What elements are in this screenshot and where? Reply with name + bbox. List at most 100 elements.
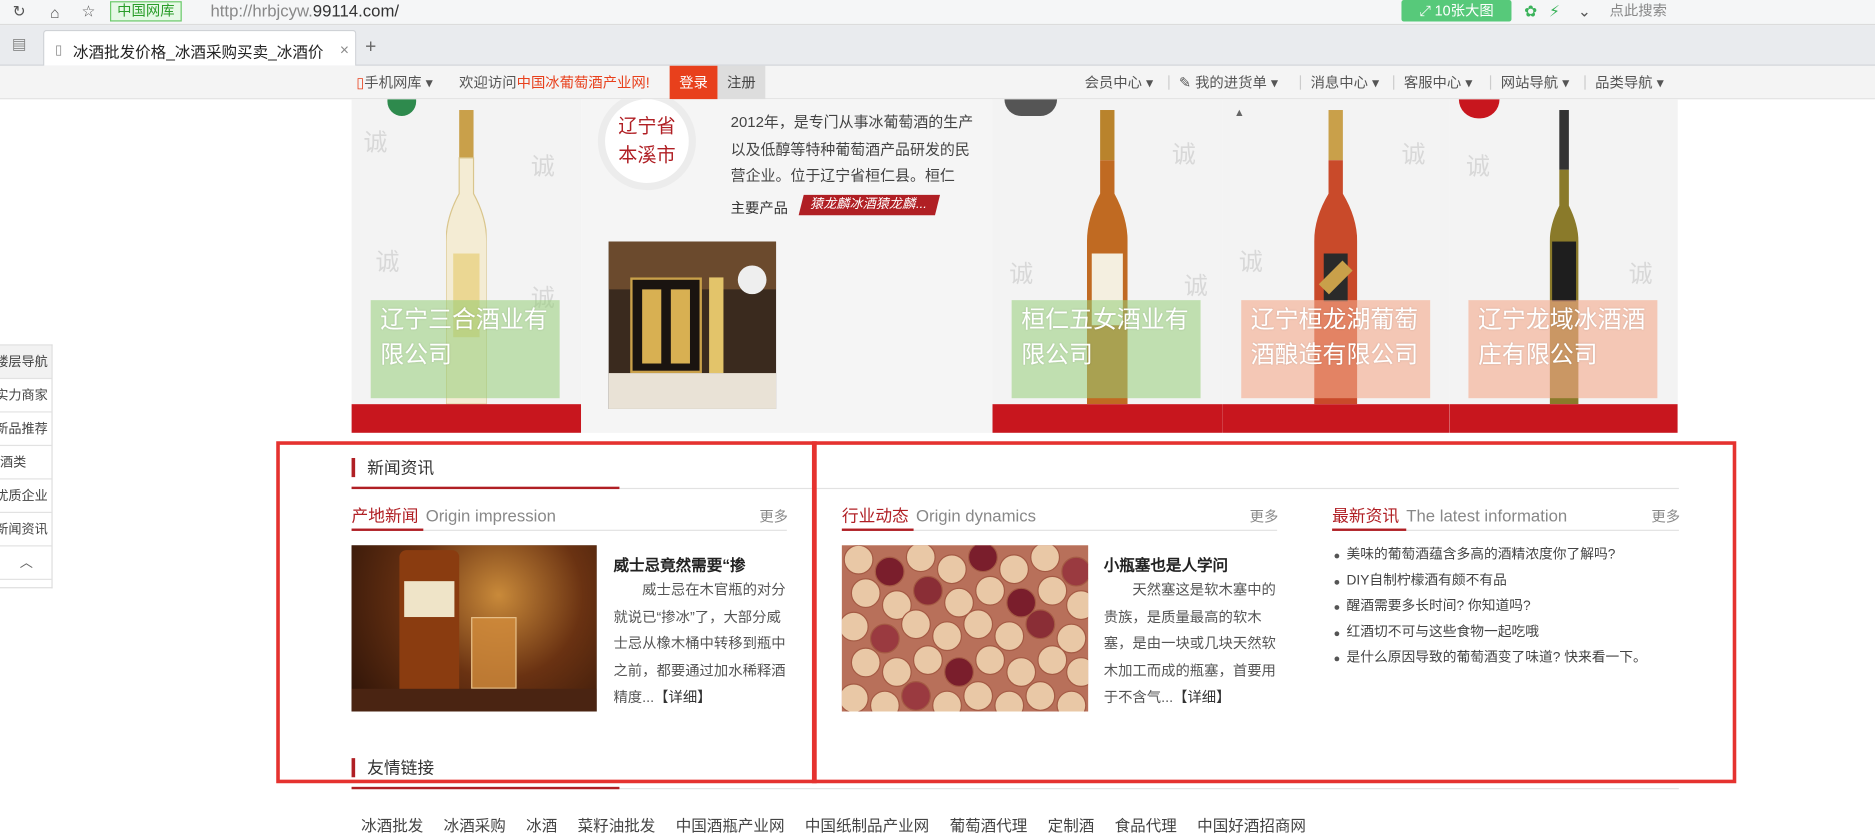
search-hint[interactable]: 点此搜索 [1610,1,1667,20]
floor-nav-item[interactable]: 新闻资讯 [0,513,52,547]
friend-link[interactable]: 菜籽油批发 [578,817,656,834]
ribbon [351,404,582,433]
province: 辽宁省 [618,117,676,138]
menu-label: 消息中心 [1310,74,1369,91]
menu-label: 客服中心 [1403,74,1462,91]
friend-link[interactable]: 定制酒 [1048,817,1095,834]
divider [1393,75,1395,90]
industry-more-link[interactable]: 更多 [1250,506,1279,526]
company-panel-1[interactable]: 诚 诚 诚 诚 辽宁三合酒业有限公司 [351,99,582,433]
register-button[interactable]: 注册 [717,65,766,100]
latest-news-item[interactable]: 醒酒需要多长时间? 你知道吗? [1332,594,1679,620]
industry-news-tab[interactable]: 行业动态 Origin dynamics [842,505,1036,527]
site-nav-menu[interactable]: 网站导航 ▾ [1501,73,1570,92]
latest-more-link[interactable]: 更多 [1651,506,1680,526]
reload-icon[interactable]: ↻ [10,0,29,24]
watermark: 诚 [1401,139,1426,169]
latest-news-list: 美味的葡萄酒蕴含多高的酒精浓度你了解吗? DIY自制柠檬酒有颇不有品 醒酒需要多… [1332,543,1679,672]
page-icon: ▯ [54,42,63,57]
origin-news-title[interactable]: 威士忌竟然需要“掺 [613,552,745,575]
latest-news-item[interactable]: 红酒切不可与这些食物一起吃哦 [1332,620,1679,646]
home-icon[interactable]: ⌂ [45,0,64,24]
sidebar-toggle-icon[interactable]: ▤ [10,32,29,56]
friend-link[interactable]: 冰酒批发 [361,817,423,834]
industry-news-en: Origin dynamics [915,505,1037,525]
friend-link[interactable]: 中国酒瓶产业网 [676,817,785,834]
browser-address-bar: ↻ ⌂ ☆ 中国网库 http://hrbjcyw.99114.com/ ⤢ 1… [0,0,1875,26]
ribbon [992,404,1223,433]
service-center-menu[interactable]: 客服中心 ▾ [1404,73,1473,92]
member-center-menu[interactable]: 会员中心 ▾ [1085,73,1154,92]
origin-news-text: 威士忌在木官瓶的对分就说已“掺冰”了，大部分威士忌从橡木桶中转移到瓶中之前，都要… [613,581,786,706]
floor-nav-title: 楼层导航 [0,345,52,380]
bookmark-star-icon[interactable]: ☆ [79,0,98,24]
url-field[interactable]: http://hrbjcyw.99114.com/ [210,1,399,21]
latest-news-tab[interactable]: 最新资讯 The latest information [1332,505,1567,527]
industry-news-title[interactable]: 小瓶塞也是人学问 [1104,552,1228,575]
category-nav-menu[interactable]: 品类导航 ▾ [1595,73,1664,92]
new-tab-icon[interactable]: + [359,35,383,61]
origin-detail-link[interactable]: 【详细】 [654,689,711,706]
floor-nav-item[interactable]: 优质企业 [0,480,52,513]
chevron-down-icon[interactable]: ⌄ [1574,0,1596,24]
latest-news-item[interactable]: DIY自制柠檬酒有颇不有品 [1332,569,1679,595]
menu-label: 网站导航 [1500,74,1559,91]
browser-tab[interactable]: ▯ 冰酒批发价格_冰酒采购买卖_冰酒价 × [43,29,357,66]
company-panel-5[interactable]: 诚 诚 辽宁龙域冰酒酒庄有限公司 [1449,99,1678,433]
url-prefix: http://hrbjcyw. [210,1,313,21]
watermark: 诚 [530,151,555,181]
welcome-label: 欢迎访问 [459,74,517,91]
company-panel-4[interactable]: 诚 诚 ▲ 辽宁桓龙湖葡萄酒酿造有限公司 [1222,99,1450,433]
showroom-image[interactable] [608,241,777,409]
news-section-title: 新闻资讯 [351,457,434,478]
watermark: 诚 [1171,139,1196,169]
floor-nav-item[interactable]: 新品推荐 [0,413,52,447]
industry-news-text: 天然塞这是软木塞中的贵族，是质量最高的软木塞，是由一块或几块天然软木加工而成的瓶… [1103,581,1276,706]
company-intro: 2012年，是专门从事冰葡萄酒的生产以及低醇等特种葡萄酒产品研发的民营企业。位于… [730,113,974,185]
welcome-text: 欢迎访问中国冰葡萄酒产业网! [459,73,650,92]
latest-news-item[interactable]: 美味的葡萄酒蕴含多高的酒精浓度你了解吗? [1332,543,1679,569]
page-root: ↻ ⌂ ☆ 中国网库 http://hrbjcyw.99114.com/ ⤢ 1… [0,0,1875,834]
friend-link[interactable]: 冰酒采购 [444,817,506,834]
menu-label: 会员中心 [1084,74,1142,91]
site-name-link[interactable]: 中国冰葡萄酒产业网! [517,74,650,91]
friend-link[interactable]: 葡萄酒代理 [950,817,1028,834]
divider [1168,75,1170,90]
phone-icon: ▯ [356,74,365,91]
edit-icon: ✎ [1179,74,1192,91]
tab-underline [1332,528,1407,531]
lightning-icon[interactable]: ⚡ [1545,0,1564,24]
big-image-button[interactable]: ⤢ 10张大图 [1401,0,1512,22]
city: 本溪市 [618,145,676,167]
back-to-top-icon[interactable]: ︿ [0,546,52,580]
login-button[interactable]: 登录 [669,65,718,100]
floor-nav-item[interactable]: 实力商家 [0,379,52,413]
whisky-news-image[interactable] [351,545,597,712]
company-panel-3[interactable]: 诚 诚 诚 桓仁五女酒业有限公司 [992,99,1223,433]
company-name-overlay: 辽宁龙域冰酒酒庄有限公司 [1468,300,1658,399]
origin-more-link[interactable]: 更多 [759,506,788,526]
origin-news-tab[interactable]: 产地新闻 Origin impression [352,505,556,527]
friend-link[interactable]: 冰酒 [526,817,557,834]
main-products-tag[interactable]: 猿龙麟冰酒猿龙麟... [798,194,941,216]
site-badge[interactable]: 中国网库 [110,1,182,22]
latest-news-item[interactable]: 是什么原因导致的葡萄酒变了味道? 快来看一下。 [1332,646,1679,672]
friend-link[interactable]: 中国纸制品产业网 [805,817,929,834]
site-topbar: ▯手机网库 ▾ 欢迎访问中国冰葡萄酒产业网! 登录 注册 会员中心 ▾ ✎ 我的… [0,65,1875,100]
cork-news-image[interactable] [841,545,1089,712]
close-tab-icon[interactable]: × [336,38,353,60]
latest-news-cn: 最新资讯 [1332,505,1400,525]
menu-label: 我的进货单 [1195,74,1267,91]
watermark: 诚 [375,247,400,277]
brand-logo-icon [1004,99,1058,116]
mobile-menu[interactable]: ▯手机网库 ▾ [356,73,433,92]
extension-icon[interactable]: ✿ [1521,0,1540,24]
floor-nav-item[interactable]: 酒类 [0,446,52,480]
message-center-menu[interactable]: 消息中心 ▾ [1311,73,1380,92]
cork-pattern [841,545,1089,712]
industry-detail-link[interactable]: 【详细】 [1173,689,1230,706]
friend-link[interactable]: 食品代理 [1115,817,1177,834]
friend-link[interactable]: 中国好酒招商网 [1197,817,1306,834]
caret-icon: ▾ [425,74,433,91]
purchase-list-menu[interactable]: ✎ 我的进货单 ▾ [1179,73,1278,92]
